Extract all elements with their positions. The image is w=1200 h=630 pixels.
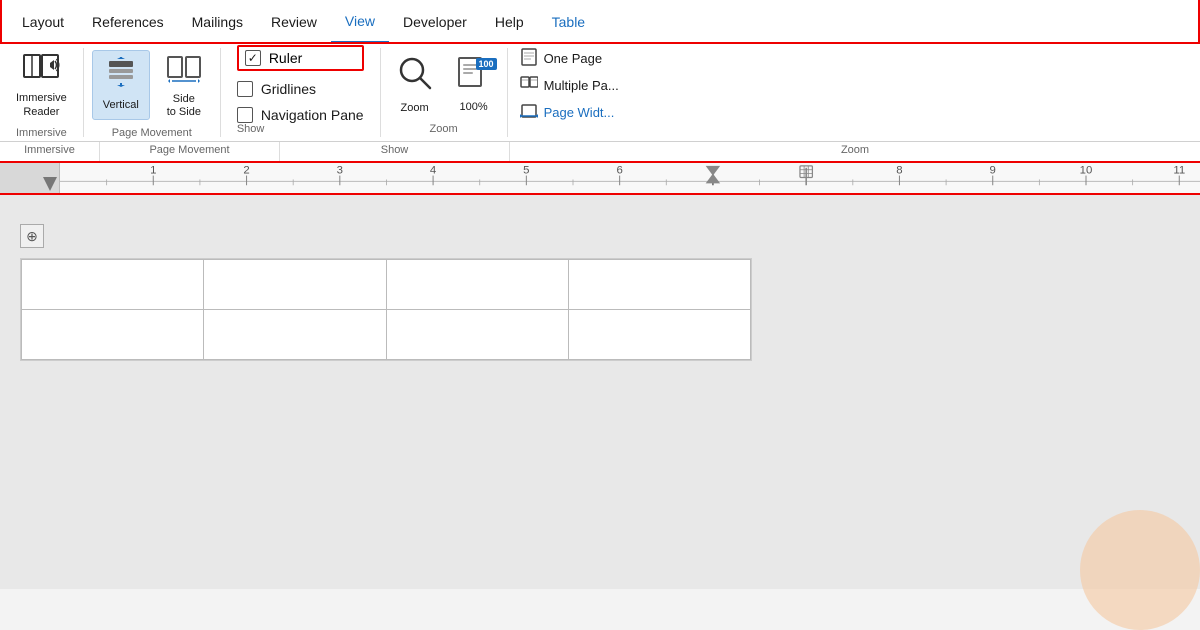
immersive-group-label: Immersive xyxy=(16,127,67,139)
immersive-reader-icon xyxy=(22,51,60,90)
vertical-icon xyxy=(105,57,137,97)
zoom-group: Zoom 100 100% Zoom xyxy=(381,48,508,137)
table-cell[interactable] xyxy=(22,310,204,360)
ruler-left-margin xyxy=(0,162,60,193)
svg-text:4: 4 xyxy=(430,165,436,177)
ruler-ticks-svg: 1 2 3 4 5 6 xyxy=(60,162,1200,193)
navigation-pane-checkbox-row[interactable]: Navigation Pane xyxy=(237,107,364,123)
page-width-label: Page Widt... xyxy=(544,105,615,120)
svg-text:11: 11 xyxy=(1173,165,1185,177)
table-row xyxy=(22,310,751,360)
ruler-bar: 1 2 3 4 5 6 xyxy=(0,162,1200,194)
svg-text:3: 3 xyxy=(337,165,343,177)
zoom-group-label: Zoom xyxy=(430,123,458,135)
immersive-reader-button[interactable]: ImmersiveReader xyxy=(6,50,77,120)
immersive-group: ImmersiveReader Immersive xyxy=(0,48,84,137)
zoom-icon xyxy=(397,55,433,98)
ruler-container: 1 2 3 4 5 6 xyxy=(0,162,1200,194)
svg-text:8: 8 xyxy=(896,165,902,177)
checkmark-icon: ✓ xyxy=(248,51,258,65)
show-group-bottom-label: Show xyxy=(280,142,510,161)
ruler-checkbox[interactable]: ✓ xyxy=(245,50,261,66)
one-page-option[interactable]: One Page xyxy=(520,48,619,69)
table-row xyxy=(22,260,751,310)
zoom-100-icon-wrapper: 100 xyxy=(457,56,491,99)
tab-help[interactable]: Help xyxy=(481,2,538,42)
ruler-scale: 1 2 3 4 5 6 xyxy=(60,162,1200,193)
side-to-side-icon xyxy=(166,51,202,91)
vertical-button[interactable]: Vertical xyxy=(92,50,150,120)
gridlines-checkbox[interactable] xyxy=(237,81,253,97)
page-width-option[interactable]: Page Widt... xyxy=(520,102,619,123)
zoom-group-bottom-label: Zoom xyxy=(510,142,1200,161)
ruler-label: Ruler xyxy=(269,50,302,66)
zoom-100-button[interactable]: 100 100% xyxy=(449,55,499,115)
svg-text:9: 9 xyxy=(990,165,996,177)
vertical-label: Vertical xyxy=(103,99,139,112)
multiple-pages-option[interactable]: Multiple Pa... xyxy=(520,75,619,96)
table-cell[interactable] xyxy=(386,260,568,310)
decorative-circle xyxy=(1080,510,1200,630)
tab-table[interactable]: Table xyxy=(538,2,599,42)
svg-text:1: 1 xyxy=(150,165,156,177)
page-movement-group: Vertical Sideto Side xyxy=(84,48,221,137)
gridlines-label: Gridlines xyxy=(261,81,316,97)
multiple-pages-icon xyxy=(520,75,538,96)
table-cell[interactable] xyxy=(568,310,750,360)
navigation-pane-checkbox[interactable] xyxy=(237,107,253,123)
show-group: ✓ Ruler Gridlines Navigation Pane Show xyxy=(221,48,381,137)
tab-view[interactable]: View xyxy=(331,1,389,43)
svg-text:2: 2 xyxy=(243,165,249,177)
table-cell[interactable] xyxy=(204,310,386,360)
side-to-side-button[interactable]: Sideto Side xyxy=(156,50,212,120)
tab-mailings[interactable]: Mailings xyxy=(178,2,257,42)
ruler-checkbox-row[interactable]: ✓ Ruler xyxy=(237,45,364,71)
show-group-label: Show xyxy=(237,123,265,135)
immersive-group-bottom-label: Immersive xyxy=(0,142,100,161)
page-width-icon xyxy=(520,102,538,123)
page-movement-label: Page Movement xyxy=(112,127,192,139)
navigation-pane-label: Navigation Pane xyxy=(261,107,364,123)
document-area: ⊕ xyxy=(0,194,1200,589)
table-handle-area: ⊕ xyxy=(20,214,752,589)
gridlines-checkbox-row[interactable]: Gridlines xyxy=(237,81,364,97)
doc-table-wrapper xyxy=(20,258,752,361)
zoom-badge: 100 xyxy=(476,58,497,70)
ribbon-toolbar: ImmersiveReader Immersive xyxy=(0,44,1200,142)
svg-text:10: 10 xyxy=(1080,165,1093,177)
zoom-button[interactable]: Zoom xyxy=(389,55,441,115)
tab-developer[interactable]: Developer xyxy=(389,2,481,42)
page-movement-group-bottom-label: Page Movement xyxy=(100,142,280,161)
zoom-100-label: 100% xyxy=(459,101,487,113)
group-labels-row: Immersive Page Movement Show Zoom xyxy=(0,142,1200,162)
svg-text:6: 6 xyxy=(616,165,622,177)
table-cell[interactable] xyxy=(568,260,750,310)
tab-layout[interactable]: Layout xyxy=(8,2,78,42)
doc-table xyxy=(21,259,751,360)
ruler-left-tab xyxy=(43,177,57,191)
table-cell[interactable] xyxy=(386,310,568,360)
table-cell[interactable] xyxy=(22,260,204,310)
one-page-label: One Page xyxy=(544,51,603,66)
zoom-label: Zoom xyxy=(401,102,429,114)
tab-review[interactable]: Review xyxy=(257,2,331,42)
svg-text:5: 5 xyxy=(523,165,529,177)
table-move-handle[interactable]: ⊕ xyxy=(20,224,44,248)
ribbon-tabs: Layout References Mailings Review View D… xyxy=(0,0,1200,44)
tab-references[interactable]: References xyxy=(78,2,178,42)
table-cell[interactable] xyxy=(204,260,386,310)
view-options-group: One Page Multiple Pa... xyxy=(508,48,631,137)
one-page-icon xyxy=(520,48,538,69)
multiple-pages-label: Multiple Pa... xyxy=(544,78,619,93)
side-to-side-label: Sideto Side xyxy=(167,93,201,119)
immersive-reader-label: ImmersiveReader xyxy=(16,92,67,118)
